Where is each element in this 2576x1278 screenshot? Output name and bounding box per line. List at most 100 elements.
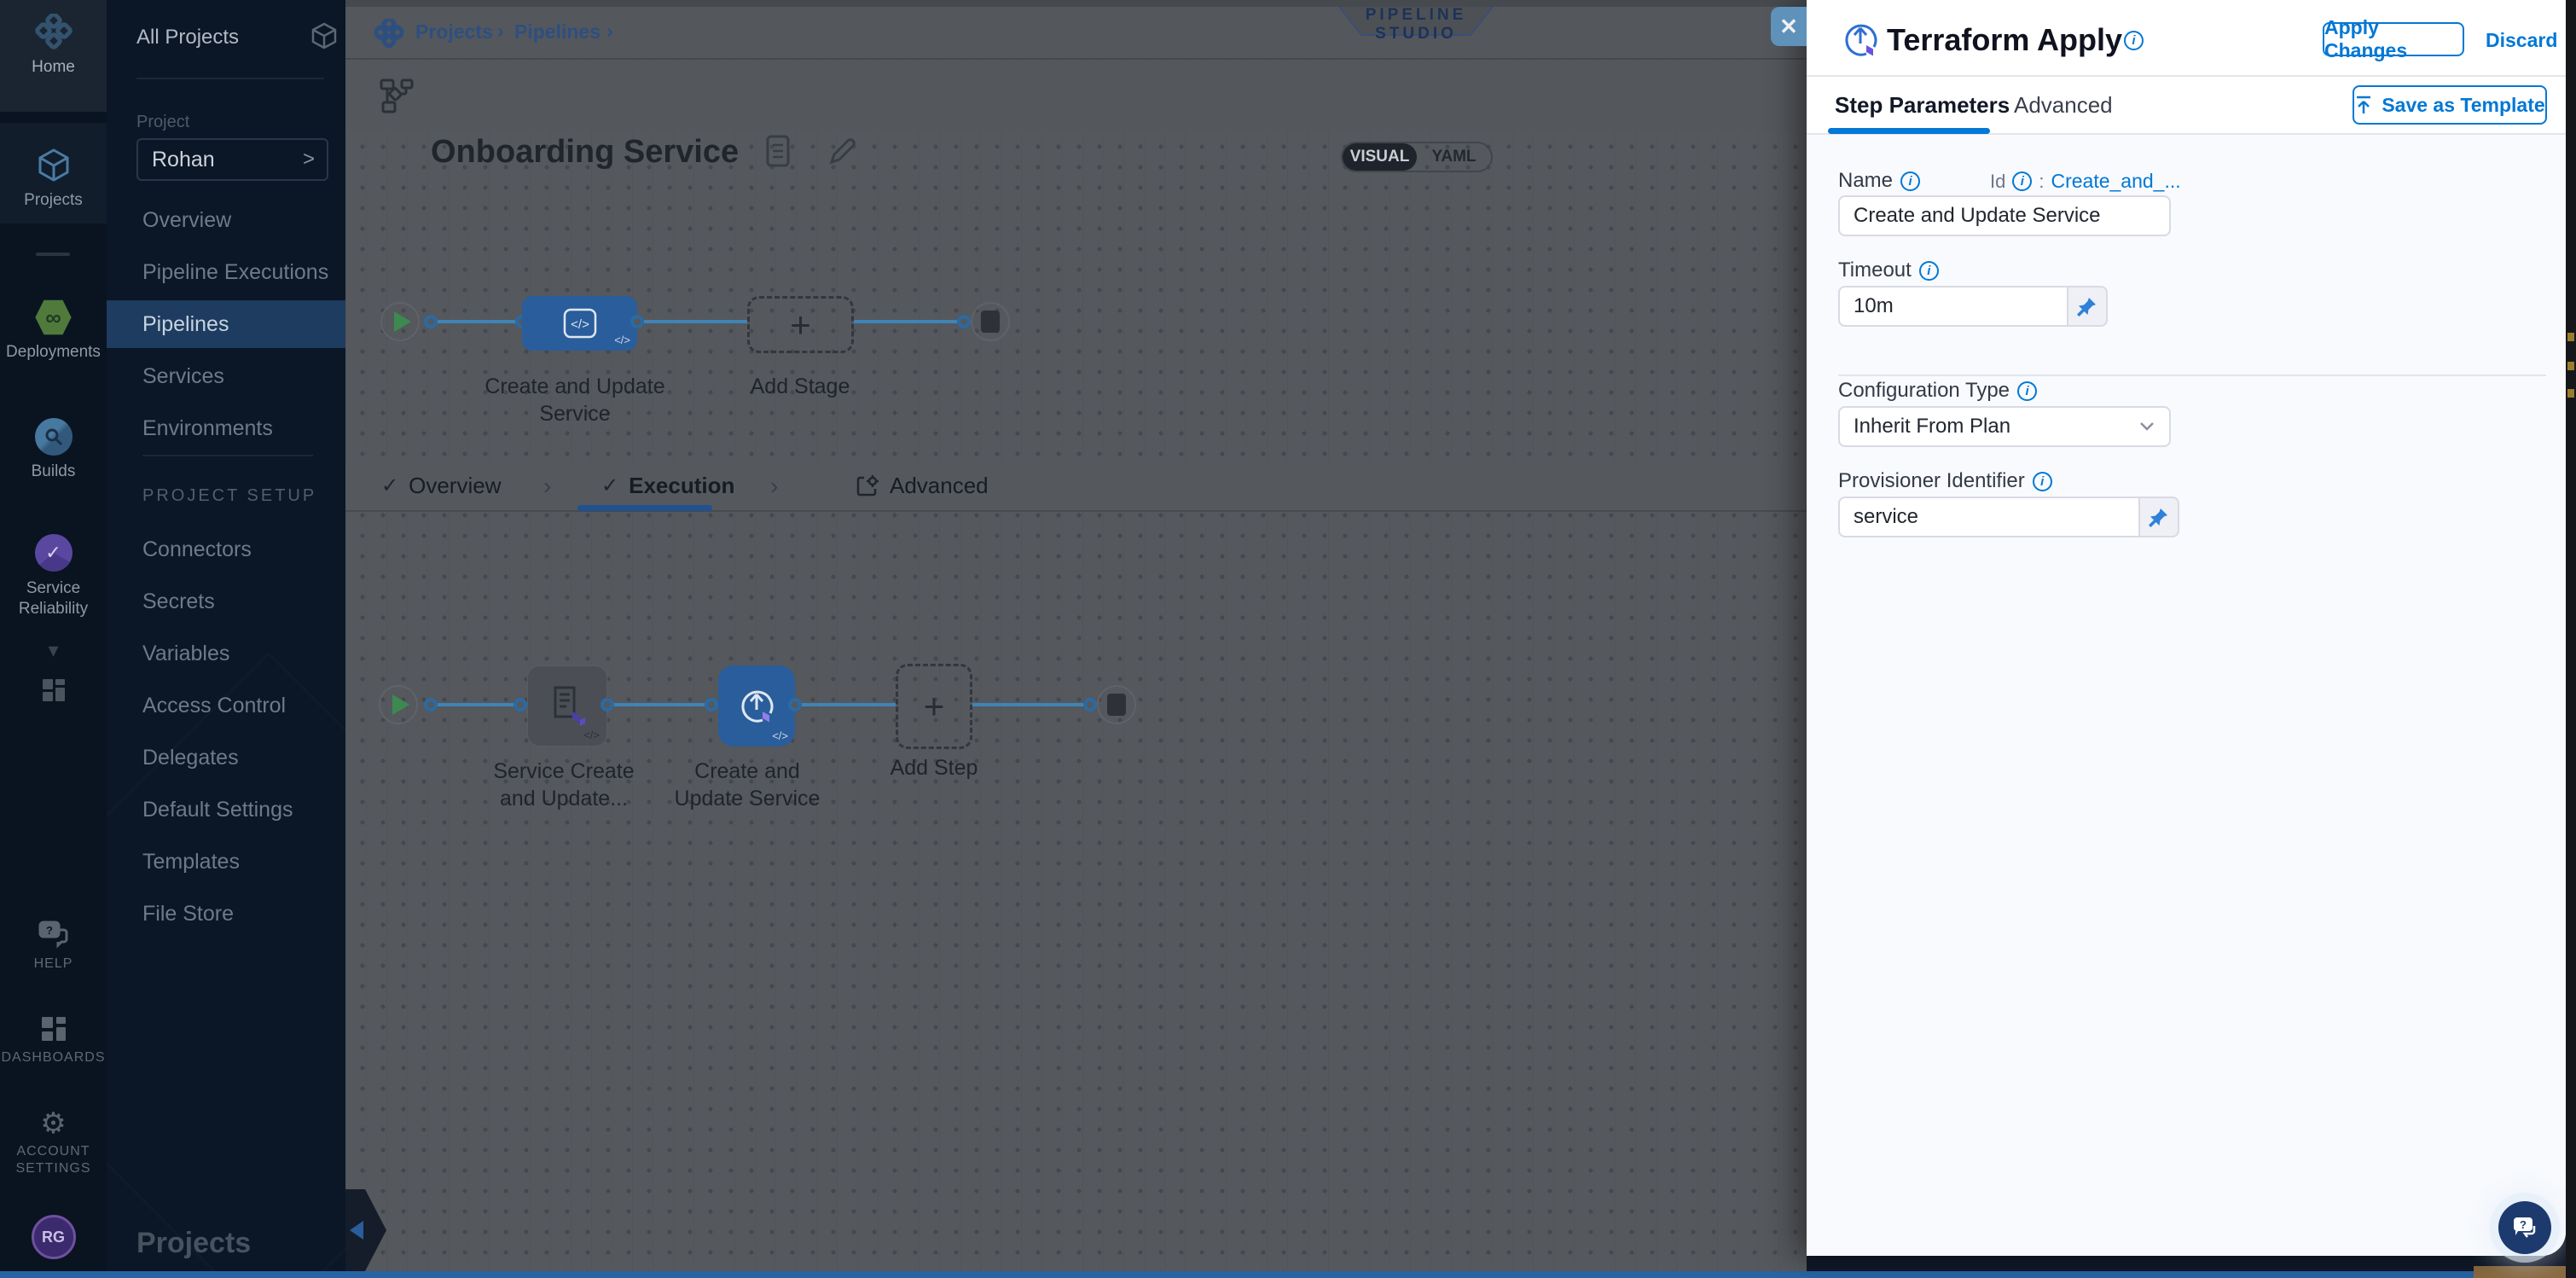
- sidebar-item-file-store[interactable]: File Store: [142, 902, 234, 927]
- sidebar-item-overview[interactable]: Overview: [142, 208, 231, 233]
- close-drawer-button[interactable]: ✕: [1771, 7, 1807, 46]
- edge: [438, 703, 513, 706]
- sidebar-watermark: [107, 652, 345, 1271]
- sidebar-item-pipelines[interactable]: Pipelines: [142, 312, 229, 337]
- visual-yaml-toggle: VISUAL YAML: [1341, 142, 1493, 172]
- sidebar-item-default-settings[interactable]: Default Settings: [142, 798, 293, 822]
- nav-projects-label: Projects: [0, 191, 107, 210]
- scrollbar-tick: [2567, 333, 2574, 341]
- project-name: Rohan: [152, 148, 215, 172]
- info-icon[interactable]: i: [2033, 472, 2052, 491]
- projects-cube-icon: [35, 147, 73, 184]
- tab-overview-label: Overview: [409, 473, 501, 499]
- help-chat-fab[interactable]: ?: [2498, 1201, 2551, 1254]
- apply-changes-button[interactable]: Apply Changes: [2323, 22, 2464, 56]
- configuration-type-select[interactable]: Inherit From Plan: [1838, 406, 2171, 447]
- add-stage-label: Add Stage: [706, 373, 894, 400]
- info-icon[interactable]: i: [2017, 381, 2037, 401]
- plus-icon: +: [790, 305, 811, 346]
- info-icon[interactable]: i: [2124, 31, 2144, 50]
- collapse-arrow-icon: [350, 1221, 363, 1240]
- tab-chevron-2: ›: [770, 473, 778, 500]
- project-selector[interactable]: Rohan >: [136, 138, 328, 181]
- stage-node-create-update-service[interactable]: </> </>: [522, 296, 637, 351]
- edit-pencil-icon[interactable]: [825, 135, 859, 169]
- dashboards-button[interactable]: DASHBOARDS: [0, 1015, 107, 1066]
- edge: [854, 320, 957, 323]
- drawer-tab-bar: Step Parameters Advanced Save as Templat…: [1807, 75, 2566, 135]
- timeout-input[interactable]: [1838, 286, 2068, 327]
- step-node-terraform-plan[interactable]: </>: [527, 665, 607, 746]
- sidebar-item-access-control[interactable]: Access Control: [142, 694, 286, 718]
- toggle-yaml[interactable]: YAML: [1417, 143, 1491, 171]
- notes-icon[interactable]: [765, 135, 791, 169]
- breadcrumb-pipelines[interactable]: Pipelines: [514, 20, 600, 44]
- tab-advanced[interactable]: Advanced: [2014, 92, 2113, 119]
- sidebar-item-delegates[interactable]: Delegates: [142, 746, 239, 770]
- tab-overview[interactable]: ✓ Overview: [381, 473, 501, 499]
- port: [788, 698, 802, 712]
- help-button[interactable]: ? HELP: [0, 920, 107, 973]
- tab-step-parameters[interactable]: Step Parameters: [1835, 92, 2010, 119]
- gear-icon: ⚙: [0, 1109, 107, 1138]
- module-grid-button[interactable]: [0, 677, 107, 703]
- chat-question-icon: ?: [2510, 1214, 2539, 1241]
- help-chat-icon: ?: [38, 920, 70, 949]
- info-icon[interactable]: i: [2012, 171, 2032, 191]
- discard-button[interactable]: Discard: [2486, 29, 2557, 52]
- svg-text:</>: </>: [571, 317, 589, 332]
- custom-stage-icon: </>: [561, 306, 599, 340]
- nav-projects-item[interactable]: Projects: [0, 147, 107, 210]
- svg-text:?: ?: [46, 924, 53, 937]
- pipeline-canvas[interactable]: Projects › Pipelines › PIPELINE STUDIO O…: [345, 0, 1807, 1271]
- stage-flow-start-node: [380, 302, 420, 341]
- edge: [802, 703, 896, 706]
- port: [1083, 698, 1097, 712]
- sidebar-item-services[interactable]: Services: [142, 364, 224, 389]
- nav-service-reliability-item[interactable]: ✓ Service Reliability: [0, 534, 107, 619]
- sidebar-item-pipeline-executions[interactable]: Pipeline Executions: [142, 260, 328, 285]
- grid-icon: [41, 677, 67, 703]
- add-stage-button[interactable]: +: [747, 296, 854, 353]
- info-icon[interactable]: i: [1900, 171, 1920, 191]
- nav-deployments-item[interactable]: ∞ Deployments: [0, 299, 107, 362]
- play-icon: [394, 311, 411, 332]
- edge: [972, 703, 1083, 706]
- id-separator: :: [2039, 171, 2044, 193]
- tab-execution[interactable]: ✓ Execution: [601, 473, 734, 499]
- account-settings-button[interactable]: ⚙ ACCOUNT SETTINGS: [0, 1109, 107, 1177]
- canvas-collapse-handle[interactable]: [345, 1188, 386, 1271]
- name-input[interactable]: [1838, 195, 2171, 236]
- form-divider: [1838, 375, 2546, 376]
- step-node-terraform-apply-selected[interactable]: </>: [718, 665, 795, 746]
- left-nav-rail: Home Projects ∞ Deployments Builds ✓ Ser…: [0, 0, 107, 1271]
- rail-expand-chevron[interactable]: ▾: [0, 638, 107, 663]
- nav-builds-item[interactable]: Builds: [0, 418, 107, 481]
- port: [630, 315, 644, 328]
- provisioner-identifier-input[interactable]: [1838, 497, 2140, 537]
- breadcrumb-projects[interactable]: Projects: [415, 20, 493, 44]
- provisioner-pin-button[interactable]: [2140, 497, 2179, 537]
- timeout-pin-button[interactable]: [2068, 286, 2108, 327]
- user-avatar-button[interactable]: RG: [0, 1215, 107, 1259]
- close-icon: ✕: [1779, 14, 1798, 40]
- sidebar-item-templates[interactable]: Templates: [142, 850, 240, 874]
- timeout-label: Timeouti: [1838, 259, 1939, 282]
- sidebar-item-secrets[interactable]: Secrets: [142, 590, 215, 614]
- deployments-icon: ∞: [35, 299, 73, 336]
- name-label: Namei: [1838, 169, 1920, 193]
- sidebar-item-variables[interactable]: Variables: [142, 642, 229, 666]
- add-step-button[interactable]: +: [896, 664, 972, 749]
- nav-home-label: Home: [0, 58, 107, 77]
- sidebar-item-environments[interactable]: Environments: [142, 416, 273, 441]
- toggle-visual[interactable]: VISUAL: [1343, 143, 1417, 171]
- save-as-template-button[interactable]: Save as Template: [2353, 85, 2547, 125]
- nav-home-item[interactable]: Home: [0, 14, 107, 77]
- info-icon[interactable]: i: [1919, 261, 1939, 281]
- stop-icon: [981, 311, 1000, 333]
- infinity-glyph: ∞: [45, 305, 61, 331]
- tab-advanced[interactable]: Advanced: [856, 473, 989, 499]
- id-value-link[interactable]: Create_and_...: [2051, 170, 2180, 193]
- sidebar-item-connectors[interactable]: Connectors: [142, 537, 252, 562]
- stage-label: Create and Update Service: [481, 373, 669, 427]
